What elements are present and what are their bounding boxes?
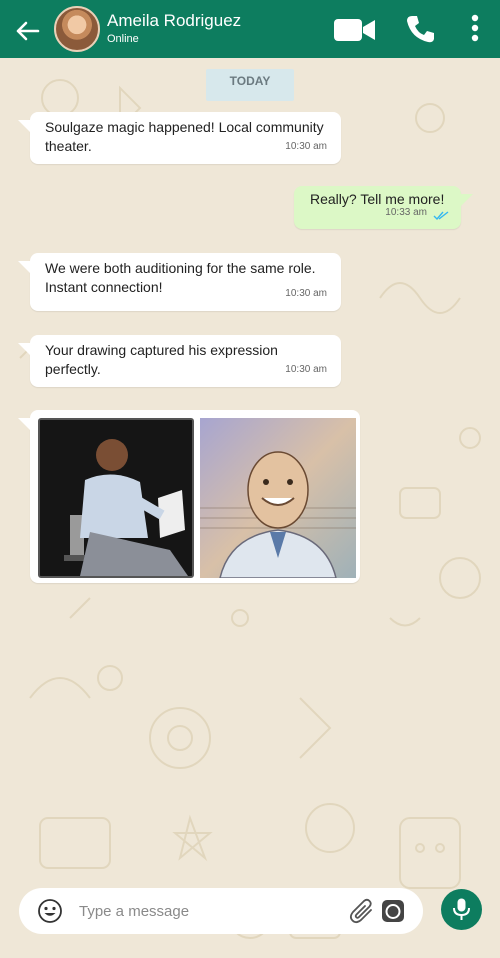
microphone-icon bbox=[453, 898, 470, 920]
photo-man-on-stage[interactable] bbox=[38, 418, 194, 578]
contact-status: Online bbox=[107, 33, 139, 45]
read-receipt-icon bbox=[433, 211, 449, 221]
incoming-message[interactable]: We were both auditioning for the same ro… bbox=[30, 253, 341, 311]
incoming-message[interactable]: Soulgaze magic happened! Local community… bbox=[30, 112, 341, 164]
microphone-button[interactable] bbox=[441, 889, 482, 930]
message-time: 10:30 am bbox=[285, 364, 327, 375]
message-time: 10:33 am bbox=[385, 207, 427, 218]
chat-header: Ameila Rodriguez Online bbox=[0, 0, 500, 58]
outgoing-message[interactable]: Really? Tell me more! 10:33 am bbox=[294, 186, 473, 229]
emoji-icon[interactable] bbox=[38, 899, 62, 923]
video-camera-icon[interactable] bbox=[334, 17, 376, 43]
paperclip-icon[interactable] bbox=[349, 898, 375, 924]
message-text: Your drawing captured his expression per… bbox=[45, 342, 278, 377]
camera-icon[interactable] bbox=[381, 899, 405, 923]
date-divider: TODAY bbox=[206, 69, 294, 101]
incoming-message[interactable]: Your drawing captured his expression per… bbox=[30, 335, 341, 387]
message-input[interactable] bbox=[79, 896, 339, 926]
sketch-portrait[interactable] bbox=[200, 418, 356, 578]
message-time: 10:30 am bbox=[285, 288, 327, 299]
message-composer bbox=[19, 888, 423, 934]
contact-name[interactable]: Ameila Rodriguez bbox=[107, 11, 241, 31]
more-vertical-icon[interactable] bbox=[468, 14, 482, 42]
phone-icon[interactable] bbox=[405, 14, 435, 44]
contact-avatar[interactable] bbox=[54, 6, 100, 52]
back-arrow-icon[interactable] bbox=[14, 20, 40, 42]
incoming-image-message[interactable] bbox=[30, 410, 360, 583]
message-time: 10:30 am bbox=[285, 141, 327, 152]
